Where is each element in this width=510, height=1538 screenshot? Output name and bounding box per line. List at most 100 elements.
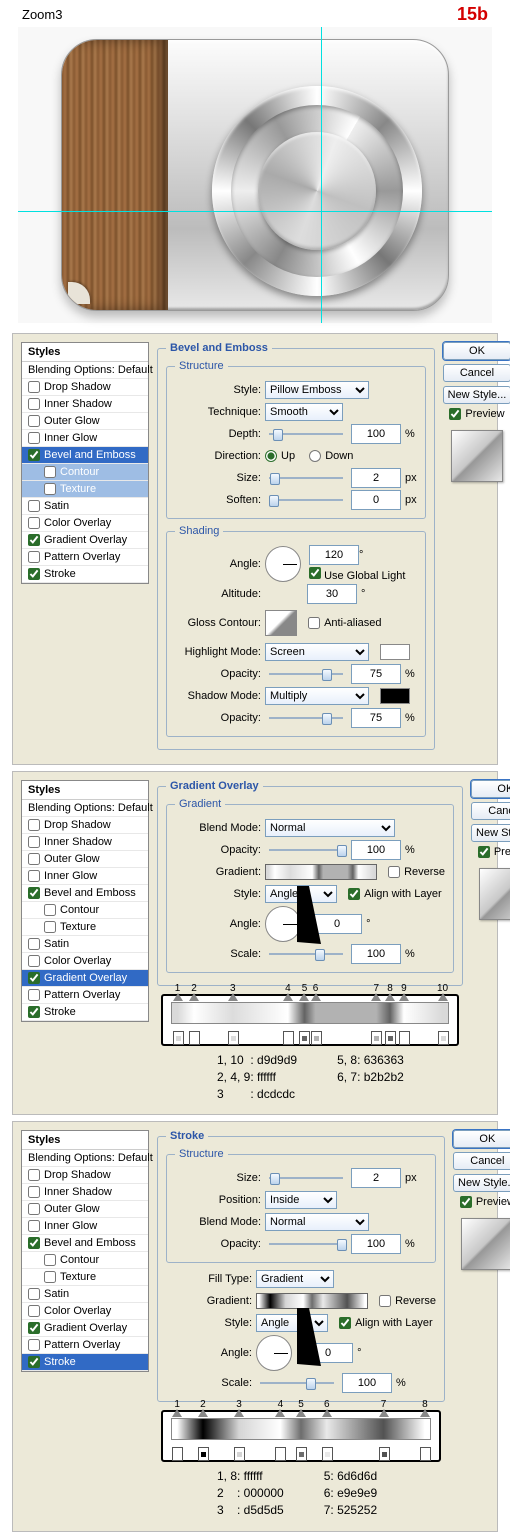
shadow-opacity-input[interactable] (351, 708, 401, 728)
blending-options[interactable]: Blending Options: Default (22, 362, 148, 379)
style-bevel-emboss[interactable]: Bevel and Emboss (22, 885, 148, 902)
scale-input[interactable] (351, 944, 401, 964)
ok-button[interactable]: OK (471, 780, 510, 798)
style-bevel-emboss[interactable]: Bevel and Emboss (22, 447, 148, 464)
highlight-opacity-slider[interactable] (269, 673, 343, 675)
style-texture[interactable]: Texture (22, 919, 148, 936)
direction-up-radio[interactable] (265, 450, 277, 462)
size-input[interactable] (351, 1168, 401, 1188)
blend-mode-select[interactable]: Normal (265, 819, 395, 837)
style-contour[interactable]: Contour (22, 1252, 148, 1269)
align-check[interactable] (339, 1317, 351, 1329)
scale-slider[interactable] (269, 953, 343, 955)
scale-input[interactable] (342, 1373, 392, 1393)
bevel-technique-select[interactable]: Smooth (265, 403, 343, 421)
angle-input[interactable] (309, 545, 359, 565)
style-stroke[interactable]: Stroke (22, 566, 148, 583)
new-style-button[interactable]: New Style... (443, 386, 510, 404)
gradient-picker[interactable] (256, 1293, 368, 1309)
style-bevel-emboss[interactable]: Bevel and Emboss (22, 1235, 148, 1252)
cancel-button[interactable]: Cancel (443, 364, 510, 382)
depth-slider[interactable] (269, 433, 343, 435)
antialiased-check[interactable] (308, 617, 320, 629)
style-satin[interactable]: Satin (22, 936, 148, 953)
filltype-select[interactable]: Gradient (256, 1270, 334, 1288)
style-color-overlay[interactable]: Color Overlay (22, 1303, 148, 1320)
highlight-opacity-input[interactable] (351, 664, 401, 684)
highlight-color-swatch[interactable] (380, 644, 410, 660)
style-inner-glow[interactable]: Inner Glow (22, 1218, 148, 1235)
style-contour[interactable]: Contour (22, 902, 148, 919)
preview-check[interactable] (460, 1196, 472, 1208)
gradient-picker[interactable] (265, 864, 377, 880)
ok-button[interactable]: OK (453, 1130, 510, 1148)
gradient-editor[interactable]: 12345678 (161, 1410, 441, 1462)
style-inner-shadow[interactable]: Inner Shadow (22, 1184, 148, 1201)
angle-dial[interactable] (256, 1335, 292, 1371)
shadow-mode-select[interactable]: Multiply (265, 687, 369, 705)
style-inner-shadow[interactable]: Inner Shadow (22, 396, 148, 413)
position-select[interactable]: Inside (265, 1191, 337, 1209)
blending-options[interactable]: Blending Options: Default (22, 800, 148, 817)
new-style-button[interactable]: New Style... (453, 1174, 510, 1192)
size-input[interactable] (351, 468, 401, 488)
style-drop-shadow[interactable]: Drop Shadow (22, 1167, 148, 1184)
gradient-editor[interactable]: 12345678910 (161, 994, 459, 1046)
style-inner-shadow[interactable]: Inner Shadow (22, 834, 148, 851)
blend-mode-select[interactable]: Normal (265, 1213, 369, 1231)
style-satin[interactable]: Satin (22, 498, 148, 515)
shadow-opacity-slider[interactable] (269, 717, 343, 719)
blending-options[interactable]: Blending Options: Default (22, 1150, 148, 1167)
direction-down-radio[interactable] (309, 450, 321, 462)
cancel-button[interactable]: Cancel (471, 802, 510, 820)
ok-button[interactable]: OK (443, 342, 510, 360)
bevel-style-select[interactable]: Pillow Emboss (265, 381, 369, 399)
style-outer-glow[interactable]: Outer Glow (22, 1201, 148, 1218)
style-drop-shadow[interactable]: Drop Shadow (22, 817, 148, 834)
style-gradient-overlay[interactable]: Gradient Overlay (22, 532, 148, 549)
style-satin[interactable]: Satin (22, 1286, 148, 1303)
opacity-slider[interactable] (269, 1243, 343, 1245)
global-light-check[interactable] (309, 567, 321, 579)
style-inner-glow[interactable]: Inner Glow (22, 430, 148, 447)
opacity-input[interactable] (351, 840, 401, 860)
style-pattern-overlay[interactable]: Pattern Overlay (22, 1337, 148, 1354)
new-style-button[interactable]: New Style... (471, 824, 510, 842)
opacity-input[interactable] (351, 1234, 401, 1254)
style-texture[interactable]: Texture (22, 1269, 148, 1286)
altitude-input[interactable] (307, 584, 357, 604)
depth-input[interactable] (351, 424, 401, 444)
style-texture[interactable]: Texture (22, 481, 148, 498)
size-slider[interactable] (269, 477, 343, 479)
angle-dial[interactable] (265, 906, 301, 942)
style-pattern-overlay[interactable]: Pattern Overlay (22, 549, 148, 566)
style-outer-glow[interactable]: Outer Glow (22, 413, 148, 430)
opacity-slider[interactable] (269, 849, 343, 851)
gloss-contour-picker[interactable] (265, 610, 297, 636)
reverse-check[interactable] (388, 866, 400, 878)
preview-check[interactable] (478, 846, 490, 858)
highlight-mode-select[interactable]: Screen (265, 643, 369, 661)
style-pattern-overlay[interactable]: Pattern Overlay (22, 987, 148, 1004)
preview-check[interactable] (449, 408, 461, 420)
shadow-color-swatch[interactable] (380, 688, 410, 704)
style-color-overlay[interactable]: Color Overlay (22, 953, 148, 970)
style-gradient-overlay[interactable]: Gradient Overlay (22, 970, 148, 987)
cancel-button[interactable]: Cancel (453, 1152, 510, 1170)
soften-slider[interactable] (269, 499, 343, 501)
align-check[interactable] (348, 888, 360, 900)
style-color-overlay[interactable]: Color Overlay (22, 515, 148, 532)
size-slider[interactable] (269, 1177, 343, 1179)
scale-slider[interactable] (260, 1382, 334, 1384)
style-stroke[interactable]: Stroke (22, 1004, 148, 1021)
style-gradient-overlay[interactable]: Gradient Overlay (22, 1320, 148, 1337)
zoom-label: Zoom3 (22, 7, 62, 22)
soften-input[interactable] (351, 490, 401, 510)
reverse-check[interactable] (379, 1295, 391, 1307)
style-outer-glow[interactable]: Outer Glow (22, 851, 148, 868)
style-stroke[interactable]: Stroke (22, 1354, 148, 1371)
angle-dial[interactable] (265, 546, 301, 582)
style-inner-glow[interactable]: Inner Glow (22, 868, 148, 885)
style-contour[interactable]: Contour (22, 464, 148, 481)
style-drop-shadow[interactable]: Drop Shadow (22, 379, 148, 396)
